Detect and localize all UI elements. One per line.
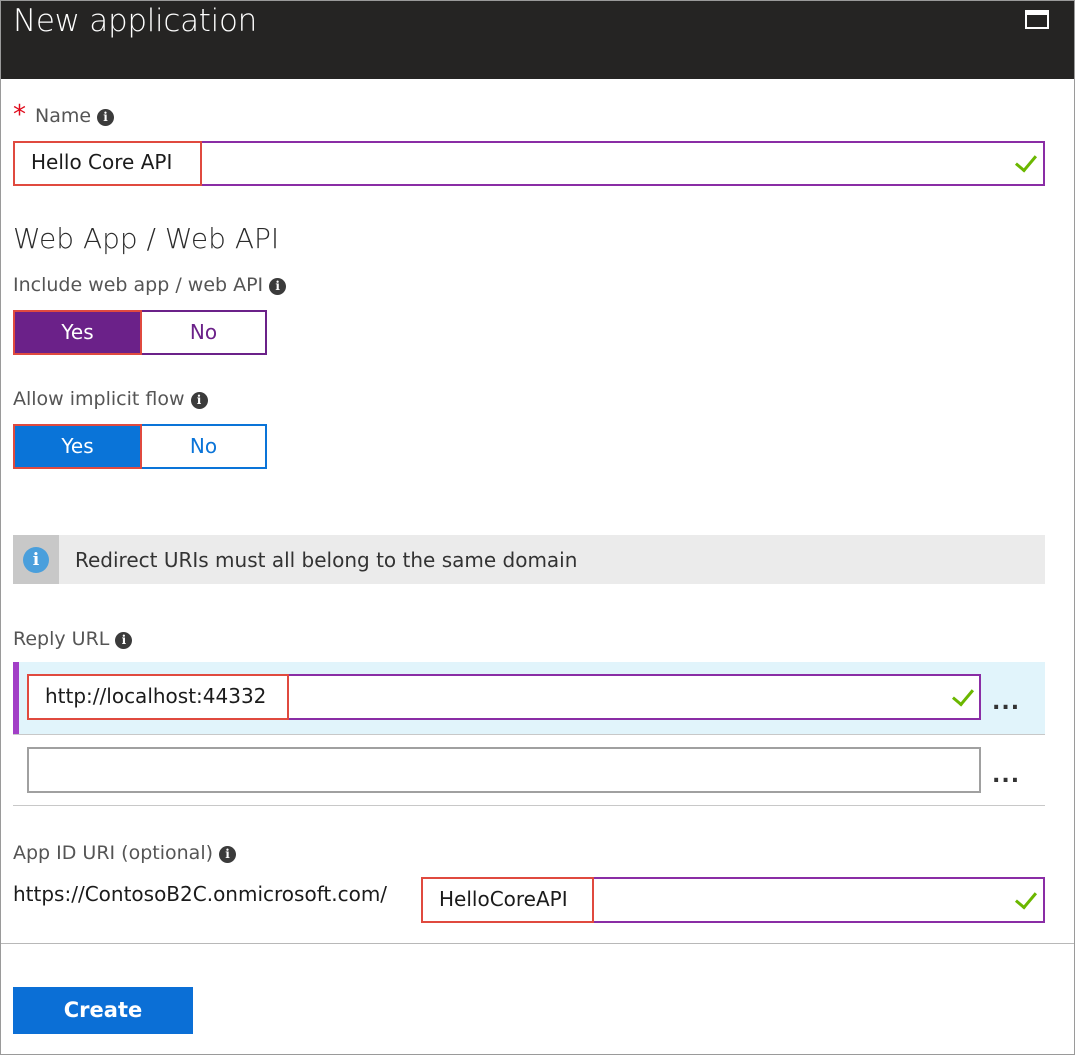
include-web-app-label-text: Include web app / web API: [13, 274, 264, 296]
info-icon[interactable]: i: [269, 278, 287, 295]
implicit-flow-no[interactable]: No: [140, 424, 267, 469]
maximize-icon[interactable]: [1025, 10, 1049, 29]
app-id-uri-prefix: https://ContosoB2C.onmicrosoft.com/: [13, 882, 388, 906]
create-button[interactable]: Create: [13, 987, 193, 1034]
yes-highlight: [13, 424, 142, 469]
include-web-app-no[interactable]: No: [140, 310, 267, 355]
info-banner-text: Redirect URIs must all belong to the sam…: [75, 548, 578, 572]
reply-url-label-text: Reply URL: [13, 628, 110, 650]
info-banner: i Redirect URIs must all belong to the s…: [13, 535, 1045, 584]
name-label-text: Name: [35, 105, 92, 127]
name-label: Name i: [35, 105, 115, 127]
reply-url-input-empty[interactable]: [27, 747, 981, 793]
app-id-uri-highlight: [421, 877, 594, 923]
name-highlight: [13, 141, 202, 186]
section-title: Web App / Web API: [13, 222, 280, 255]
row-divider: [13, 734, 1045, 735]
more-options-icon[interactable]: ...: [992, 690, 1020, 715]
reply-url-label: Reply URL i: [13, 628, 133, 650]
info-icon[interactable]: i: [219, 846, 237, 863]
app-id-uri-label-text: App ID URI (optional): [13, 842, 214, 864]
yes-highlight: [13, 310, 142, 355]
implicit-flow-label-text: Allow implicit flow: [13, 388, 185, 410]
blade-title: New application: [13, 3, 257, 39]
title-bar: New application: [1, 1, 1074, 79]
info-icon[interactable]: i: [115, 632, 133, 649]
app-id-uri-label: App ID URI (optional) i: [13, 842, 237, 864]
footer-divider: [1, 943, 1074, 944]
info-icon[interactable]: i: [97, 109, 115, 126]
new-application-blade: New application * Name i Hello Core API W…: [0, 0, 1075, 1055]
include-web-app-label: Include web app / web API i: [13, 274, 287, 296]
required-asterisk: *: [13, 100, 26, 130]
row-divider: [13, 805, 1045, 806]
info-icon[interactable]: i: [190, 392, 208, 409]
info-circle-icon: i: [23, 547, 49, 573]
implicit-flow-label: Allow implicit flow i: [13, 388, 208, 410]
row-selection-marker: [13, 662, 19, 734]
reply-url-highlight: [27, 674, 289, 720]
more-options-icon[interactable]: ...: [992, 763, 1020, 788]
